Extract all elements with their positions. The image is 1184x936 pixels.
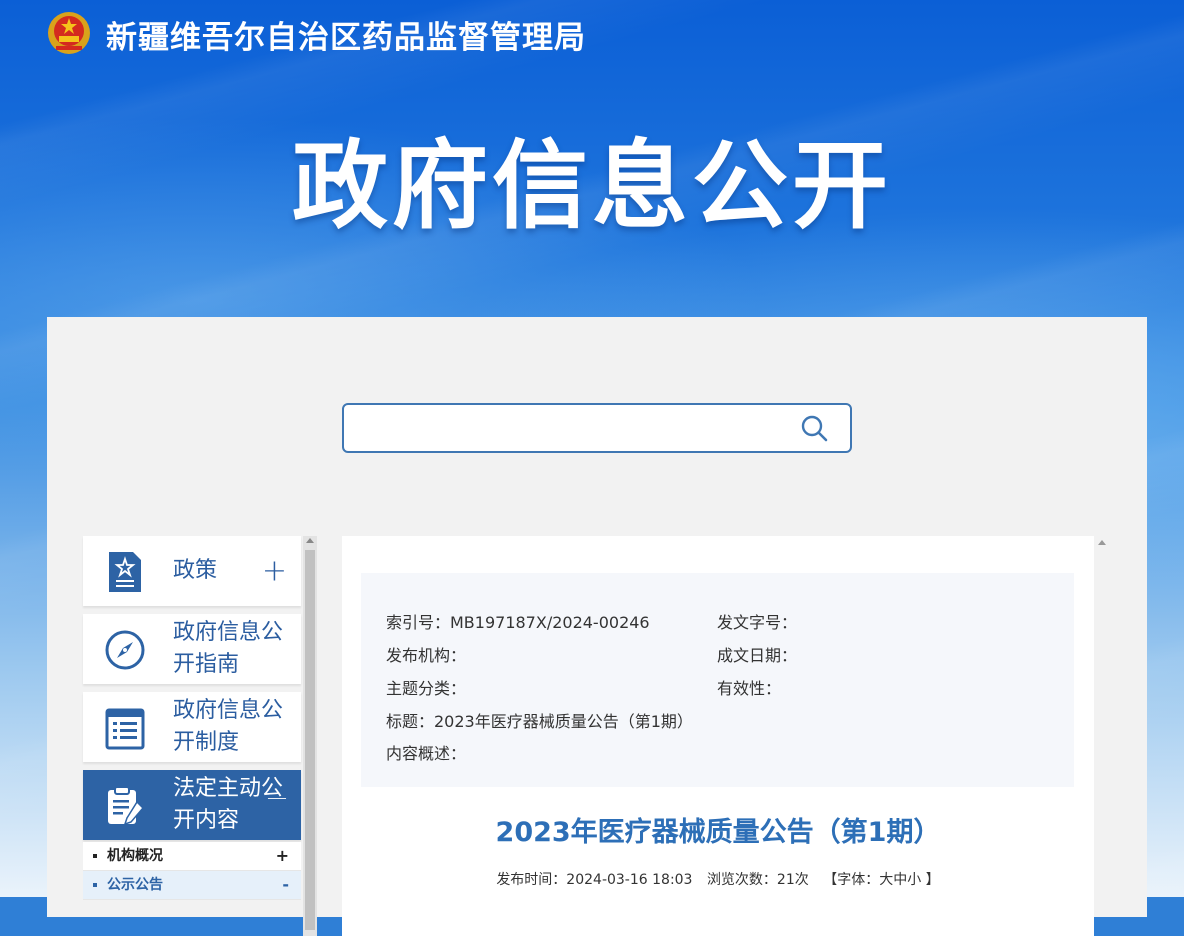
policy-document-icon [109,552,141,592]
sidebar-subitem-label: 机构概况 [107,848,163,864]
sidebar-nav: 政策 + 政府信息公开指南 政府信息公开制度 法定主动公开内容 — 机构概况 +… [83,536,301,900]
sidebar-subitem-label: 公示公告 [107,877,163,893]
meta-title: 标题：2023年医疗器械质量公告（第1期） [386,712,693,731]
expand-plus-icon[interactable]: + [276,842,289,870]
sidebar-subitem-notice[interactable]: 公示公告 - [83,871,301,900]
collapse-minus-icon[interactable]: — [267,785,287,809]
meta-validity: 有效性： [717,679,782,698]
sidebar-item-label: 政府信息公开制度 [173,698,284,755]
font-size-control[interactable]: 【字体：大中小 】 [823,872,939,888]
publish-time: 发布时间：2024-03-16 18:03 [496,872,693,888]
meta-date-created: 成文日期： [717,646,798,665]
sidebar-item-policy[interactable]: 政策 + [83,536,301,606]
document-info: 发布时间：2024-03-16 18:03 浏览次数：21次 【字体：大中小 】 [342,869,1094,889]
view-count: 浏览次数：21次 [706,872,809,888]
hero-title: 政府信息公开 [292,130,892,242]
metadata-box: 索引号：MB197187X/2024-00246 发文字号： 发布机构： 成文日… [361,573,1074,787]
list-document-icon [105,708,145,750]
document-title: 2023年医疗器械质量公告（第1期） [495,817,941,848]
sidebar-subitem-org[interactable]: 机构概况 + [83,842,301,871]
content-scroll-up-arrow-icon[interactable] [1098,540,1106,545]
national-emblem-icon [48,12,90,54]
clipboard-edit-icon [108,786,145,826]
search-input[interactable] [342,403,852,453]
meta-publisher: 发布机构： [386,646,467,665]
sidebar-item-system[interactable]: 政府信息公开制度 [83,692,301,762]
sidebar-scrollbar[interactable] [303,536,317,936]
collapse-minus-icon[interactable]: - [282,871,289,899]
meta-doc-no: 发文字号： [717,613,798,632]
scroll-up-arrow-icon[interactable] [306,538,314,543]
meta-topic: 主题分类： [386,679,467,698]
article-content: 索引号：MB197187X/2024-00246 发文字号： 发布机构： 成文日… [342,536,1094,936]
scrollbar-thumb[interactable] [305,550,315,930]
sidebar-item-guide[interactable]: 政府信息公开指南 [83,614,301,684]
expand-plus-icon[interactable]: + [262,554,287,589]
site-title: 新疆维吾尔自治区药品监督管理局 [106,20,586,56]
sidebar-item-statutory[interactable]: 法定主动公开内容 — [83,770,301,840]
compass-icon [105,630,145,670]
meta-summary: 内容概述： [386,744,467,763]
search-icon[interactable] [800,414,828,442]
sidebar-item-label: 政府信息公开指南 [173,620,284,677]
main-panel: 政策 + 政府信息公开指南 政府信息公开制度 法定主动公开内容 — 机构概况 +… [47,317,1147,936]
meta-index-no: 索引号：MB197187X/2024-00246 [386,613,650,632]
